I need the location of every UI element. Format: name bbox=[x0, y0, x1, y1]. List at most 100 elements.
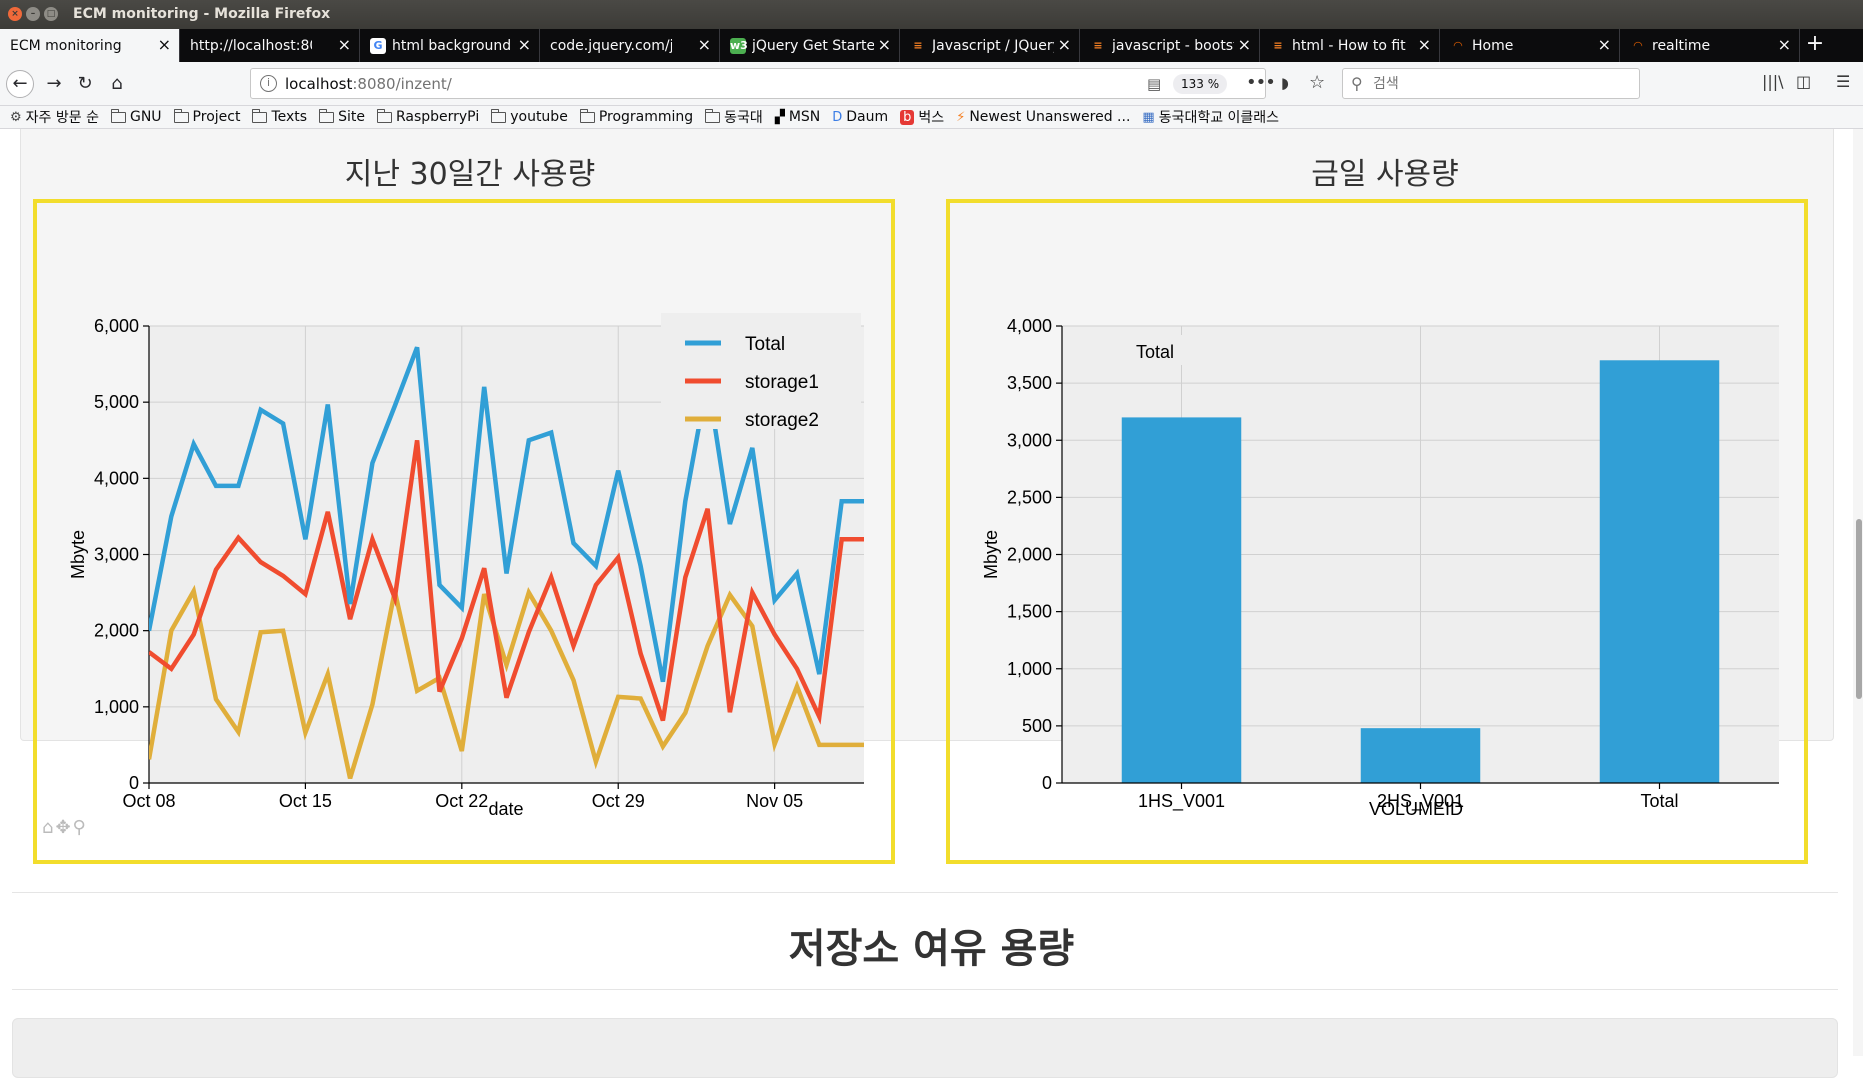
folder-icon bbox=[319, 108, 335, 123]
zoom-level-badge[interactable]: 133 % bbox=[1173, 74, 1228, 94]
tab-close-icon[interactable]: × bbox=[878, 36, 891, 54]
bar-1hs_v001[interactable] bbox=[1121, 417, 1242, 783]
tab-8[interactable]: ◠ Home × bbox=[1440, 29, 1620, 62]
library-icon[interactable]: |||\ bbox=[1762, 72, 1784, 91]
tab-label: realtime bbox=[1652, 37, 1711, 54]
tab-close-icon[interactable]: × bbox=[1418, 36, 1431, 54]
window-maximize-icon[interactable]: □ bbox=[44, 7, 58, 21]
tab-close-icon[interactable]: × bbox=[518, 36, 531, 54]
window-minimize-icon[interactable]: – bbox=[26, 7, 40, 21]
bar-chart-y-tick-label: 4,000 bbox=[1007, 316, 1052, 336]
today-usage-title: 금일 사용량 bbox=[1311, 157, 1459, 192]
tab-9[interactable]: ◠ realtime × bbox=[1620, 29, 1800, 62]
line-chart-y-tick-label: 0 bbox=[129, 773, 139, 793]
pocket-icon[interactable]: ◗ bbox=[1281, 74, 1289, 92]
bar-2hs_v001[interactable] bbox=[1360, 728, 1481, 783]
bugs-icon: b bbox=[900, 109, 915, 125]
gear-icon: ⚙ bbox=[10, 109, 22, 125]
bookmark-item[interactable]: GNU bbox=[110, 108, 162, 125]
tab-0[interactable]: ECM monitoring × bbox=[0, 29, 180, 62]
bookmark-item[interactable]: D Daum bbox=[832, 109, 888, 125]
line-chart-y-tick-label: 1,000 bbox=[94, 697, 139, 717]
page-scrollbar[interactable] bbox=[1853, 129, 1863, 1056]
bar-total[interactable] bbox=[1599, 360, 1720, 783]
back-arrow-icon[interactable]: ← bbox=[6, 70, 34, 98]
search-icon: ⚲ bbox=[1351, 74, 1363, 93]
bookmark-item[interactable]: ▞ MSN bbox=[775, 109, 820, 125]
tab-close-icon[interactable]: × bbox=[158, 36, 171, 54]
home-icon[interactable]: ⌂ bbox=[103, 70, 131, 98]
tab-close-icon[interactable]: × bbox=[1778, 36, 1791, 54]
line-chart-y-tick-label: 3,000 bbox=[94, 545, 139, 565]
bar-chart-y-tick-label: 2,000 bbox=[1007, 545, 1052, 565]
bookmark-item[interactable]: b 벅스 bbox=[900, 107, 944, 127]
bookmark-label: GNU bbox=[129, 109, 162, 125]
tab-close-icon[interactable]: × bbox=[1058, 36, 1071, 54]
scrollbar-thumb[interactable] bbox=[1856, 519, 1862, 699]
tab-label: html - How to fit bbox=[1292, 37, 1406, 54]
search-bar[interactable]: ⚲ bbox=[1342, 68, 1640, 99]
site-info-icon[interactable]: i bbox=[260, 75, 277, 92]
bar-chart-y-axis-label: Mbyte bbox=[981, 530, 1001, 579]
tab-1[interactable]: http://localhost:8080 × bbox=[180, 29, 360, 62]
tab-favicon-icon: w3 bbox=[730, 37, 748, 54]
search-input[interactable] bbox=[1373, 73, 1623, 95]
reader-view-icon[interactable]: ▤ bbox=[1147, 75, 1161, 93]
tab-favicon-icon: ≡ bbox=[1273, 38, 1283, 52]
storage-free-panel bbox=[12, 1018, 1838, 1078]
bar-chart-y-tick-label: 2,500 bbox=[1007, 487, 1052, 507]
bookmark-item[interactable]: Site bbox=[319, 108, 365, 125]
tab-label: javascript - bootstrap bbox=[1112, 37, 1234, 54]
bookmark-star-icon[interactable]: ☆ bbox=[1309, 72, 1325, 93]
reset-home-icon[interactable]: ⌂ bbox=[42, 817, 53, 838]
tab-label: Javascript / JQuery bbox=[932, 37, 1054, 54]
sidebar-icon[interactable]: ◫ bbox=[1796, 72, 1811, 91]
tab-4[interactable]: w3 jQuery Get Started × bbox=[720, 29, 900, 62]
bookmark-item[interactable]: youtube bbox=[491, 108, 568, 125]
line-chart-y-tick-label: 6,000 bbox=[94, 316, 139, 336]
tab-close-icon[interactable]: × bbox=[698, 36, 711, 54]
bookmark-item[interactable]: ⚡ Newest Unanswered ... bbox=[956, 109, 1130, 125]
bookmark-item[interactable]: RaspberryPi bbox=[376, 108, 479, 125]
legend-label-storage2: storage2 bbox=[745, 410, 819, 431]
bar-chart-y-tick-label: 3,000 bbox=[1007, 430, 1052, 450]
pan-icon[interactable]: ✥ bbox=[55, 817, 70, 838]
tab-3[interactable]: code.jquery.com/jquery × bbox=[540, 29, 720, 62]
zoom-magnifier-icon[interactable]: ⚲ bbox=[73, 817, 86, 838]
tab-5[interactable]: ≡ Javascript / JQuery × bbox=[900, 29, 1080, 62]
tab-label: Home bbox=[1472, 37, 1514, 54]
bookmark-item[interactable]: Texts bbox=[252, 108, 307, 125]
section-divider-top bbox=[12, 892, 1838, 893]
tab-6[interactable]: ≡ javascript - bootstrap× bbox=[1080, 29, 1260, 62]
forward-arrow-icon[interactable]: → bbox=[40, 70, 68, 98]
msn-icon: ▞ bbox=[774, 109, 785, 125]
window-title: ECM monitoring - Mozilla Firefox bbox=[73, 6, 331, 22]
bar-chart-y-tick-label: 500 bbox=[1022, 716, 1052, 736]
hamburger-menu-icon[interactable]: ☰ bbox=[1836, 72, 1850, 91]
bookmark-item[interactable]: ▦ 동국대학교 이클래스 bbox=[1142, 107, 1279, 127]
url-bar[interactable]: i localhost:8080/inzent/ ▤ 133 % ••• ◗ ☆ bbox=[250, 68, 1325, 99]
tab-7[interactable]: ≡ html - How to fit × bbox=[1260, 29, 1440, 62]
today-usage-bar-chart[interactable]: 05001,0001,5002,0002,5003,0003,5004,0001… bbox=[950, 203, 1804, 860]
tab-label: code.jquery.com/jquery bbox=[550, 37, 672, 54]
bookmark-label: Newest Unanswered ... bbox=[969, 109, 1131, 125]
bookmark-label: 벅스 bbox=[918, 110, 945, 126]
navigation-toolbar: ← → ↻ ⌂ i localhost:8080/inzent/ ▤ 133 %… bbox=[0, 62, 1863, 106]
tab-label: html background bbox=[392, 37, 512, 54]
page-actions-more-icon[interactable]: ••• bbox=[1246, 72, 1276, 93]
bookmark-item[interactable]: ⚙ 자주 방문 순 bbox=[10, 107, 99, 127]
new-tab-icon[interactable]: + bbox=[1800, 29, 1830, 62]
tab-close-icon[interactable]: × bbox=[338, 36, 351, 54]
bookmark-item[interactable]: 동국대 bbox=[705, 107, 763, 127]
bookmark-item[interactable]: Programming bbox=[579, 108, 693, 125]
tab-close-icon[interactable]: × bbox=[1238, 36, 1251, 54]
bookmark-label: 동국대 bbox=[724, 110, 763, 126]
monthly-usage-line-chart[interactable]: 01,0002,0003,0004,0005,0006,000Oct 08 Oct… bbox=[37, 203, 891, 860]
reload-icon[interactable]: ↻ bbox=[71, 70, 99, 98]
tab-2[interactable]: Ghtml background × bbox=[360, 29, 540, 62]
tab-favicon-icon: ◠ bbox=[1453, 38, 1463, 52]
url-text[interactable]: localhost:8080/inzent/ bbox=[285, 75, 452, 93]
tab-close-icon[interactable]: × bbox=[1598, 36, 1611, 54]
window-close-icon[interactable]: × bbox=[8, 7, 22, 21]
bookmark-item[interactable]: Project bbox=[173, 108, 240, 125]
